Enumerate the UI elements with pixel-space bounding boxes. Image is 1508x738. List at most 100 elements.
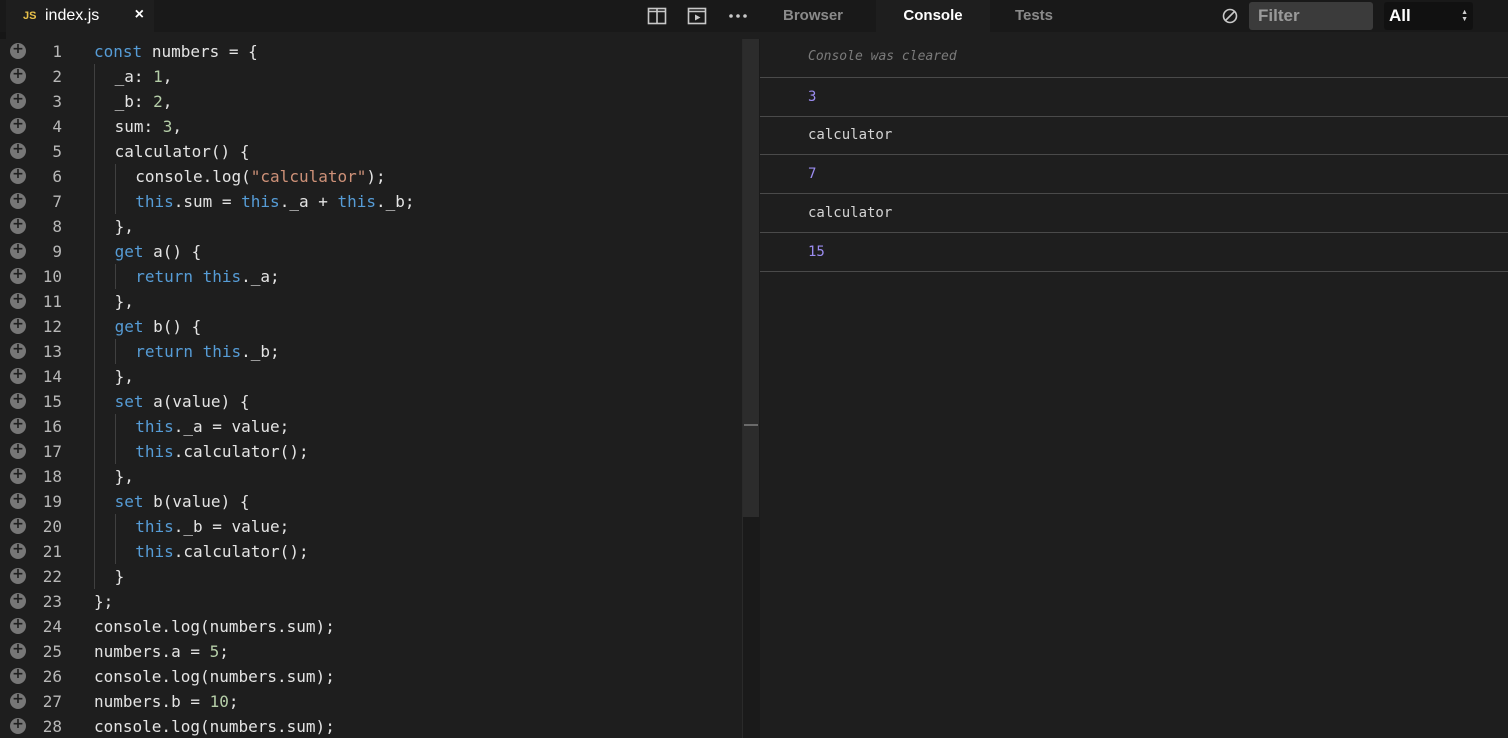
code-text: sum: 3,	[115, 114, 182, 139]
console-entry-value: 7	[808, 166, 817, 182]
code-token: .calculator();	[173, 542, 309, 561]
code-text: this._b = value;	[135, 514, 289, 539]
code-line[interactable]: 22}	[0, 564, 742, 589]
code-line[interactable]: 21 this.calculator();	[0, 539, 742, 564]
line-number: 28	[42, 717, 62, 736]
kw-token: set	[114, 492, 144, 511]
code-line[interactable]: 14},	[0, 364, 742, 389]
add-breakpoint-icon[interactable]	[10, 316, 26, 334]
add-breakpoint-icon[interactable]	[10, 616, 26, 634]
code-text: set a(value) {	[115, 389, 250, 414]
console-filter-input[interactable]	[1249, 2, 1373, 30]
add-breakpoint-icon[interactable]	[10, 516, 26, 534]
code-token: a(value) {	[143, 392, 250, 411]
indent-guide	[94, 564, 95, 589]
add-breakpoint-icon[interactable]	[10, 41, 26, 59]
split-editor-icon[interactable]	[647, 7, 667, 25]
code-token: };	[94, 592, 114, 611]
code-line[interactable]: 12 get b() {	[0, 314, 742, 339]
add-breakpoint-icon[interactable]	[10, 91, 26, 109]
file-tab-index-js[interactable]: JS index.js ×	[6, 0, 154, 32]
code-line[interactable]: 17 this.calculator();	[0, 439, 742, 464]
code-line[interactable]: 16 this._a = value;	[0, 414, 742, 439]
add-breakpoint-icon[interactable]	[10, 341, 26, 359]
indent-guide	[94, 289, 95, 314]
add-breakpoint-icon[interactable]	[10, 416, 26, 434]
add-breakpoint-icon[interactable]	[10, 566, 26, 584]
code-line[interactable]: 1 const numbers = {	[0, 39, 742, 64]
more-icon[interactable]	[728, 7, 748, 25]
tab-console[interactable]: Console	[876, 0, 990, 32]
code-line[interactable]: 25 numbers.a = 5;	[0, 639, 742, 664]
line-number: 21	[42, 542, 62, 561]
code-text: this.sum = this._a + this._b;	[135, 189, 414, 214]
add-breakpoint-icon[interactable]	[10, 591, 26, 609]
indent-guide	[94, 514, 95, 539]
add-breakpoint-icon[interactable]	[10, 491, 26, 509]
add-breakpoint-icon[interactable]	[10, 391, 26, 409]
code-line[interactable]: 7this.sum = this._a + this._b;	[0, 189, 742, 214]
add-breakpoint-icon[interactable]	[10, 366, 26, 384]
code-text: get a() {	[115, 239, 202, 264]
add-breakpoint-icon[interactable]	[10, 691, 26, 709]
add-breakpoint-icon[interactable]	[10, 166, 26, 184]
code-text: get b() {	[115, 314, 202, 339]
code-token: numbers = {	[151, 42, 258, 61]
add-breakpoint-icon[interactable]	[10, 191, 26, 209]
code-text: calculator() {	[115, 139, 250, 164]
code-line[interactable]: 3 _b: 2,	[0, 89, 742, 114]
code-line[interactable]: 5 calculator() {	[0, 139, 742, 164]
code-line[interactable]: 6 console.log("calculator");	[0, 164, 742, 189]
preview-icon[interactable]	[687, 7, 707, 25]
add-breakpoint-icon[interactable]	[10, 441, 26, 459]
add-breakpoint-icon[interactable]	[10, 66, 26, 84]
code-line[interactable]: 13 return this._b;	[0, 339, 742, 364]
code-line[interactable]: 4 sum: 3,	[0, 114, 742, 139]
tab-browser[interactable]: Browser	[760, 0, 866, 32]
line-number: 19	[42, 492, 62, 511]
add-breakpoint-icon[interactable]	[10, 291, 26, 309]
add-breakpoint-icon[interactable]	[10, 716, 26, 734]
code-token: ._a +	[279, 192, 338, 211]
add-breakpoint-icon[interactable]	[10, 216, 26, 234]
log-level-select[interactable]: All ▲ ▼	[1384, 2, 1473, 30]
code-line[interactable]: 8},	[0, 214, 742, 239]
code-line[interactable]: 18},	[0, 464, 742, 489]
code-token: ._b;	[376, 192, 415, 211]
code-token: _a:	[114, 67, 154, 86]
indent-guide	[94, 364, 95, 389]
code-text: },	[115, 364, 134, 389]
code-text: console.log(numbers.sum);	[94, 714, 335, 738]
pane-splitter[interactable]	[742, 39, 760, 738]
code-line[interactable]: 26 console.log(numbers.sum);	[0, 664, 742, 689]
line-number: 11	[42, 292, 62, 311]
editor-scrollbar[interactable]	[743, 39, 759, 517]
code-line[interactable]: 15 set a(value) {	[0, 389, 742, 414]
add-breakpoint-icon[interactable]	[10, 641, 26, 659]
code-line[interactable]: 10 return this._a;	[0, 264, 742, 289]
code-line[interactable]: 9 get a() {	[0, 239, 742, 264]
code-line[interactable]: 27 numbers.b = 10;	[0, 689, 742, 714]
indent-guide	[94, 139, 95, 164]
code-line[interactable]: 28 console.log(numbers.sum);	[0, 714, 742, 738]
add-breakpoint-icon[interactable]	[10, 466, 26, 484]
add-breakpoint-icon[interactable]	[10, 116, 26, 134]
close-tab-icon[interactable]: ×	[135, 6, 144, 24]
add-breakpoint-icon[interactable]	[10, 266, 26, 284]
code-editor[interactable]: 1const numbers = {2_a: 1,3_b: 2,4sum: 3,…	[0, 39, 742, 738]
tab-tests[interactable]: Tests	[990, 0, 1078, 32]
code-line[interactable]: 2 _a: 1,	[0, 64, 742, 89]
clear-console-icon[interactable]	[1221, 7, 1239, 25]
code-text: },	[115, 464, 134, 489]
line-number: 23	[42, 592, 62, 611]
code-line[interactable]: 23};	[0, 589, 742, 614]
add-breakpoint-icon[interactable]	[10, 541, 26, 559]
code-line[interactable]: 24 console.log(numbers.sum);	[0, 614, 742, 639]
code-line[interactable]: 11},	[0, 289, 742, 314]
add-breakpoint-icon[interactable]	[10, 241, 26, 259]
add-breakpoint-icon[interactable]	[10, 666, 26, 684]
code-line[interactable]: 19 set b(value) {	[0, 489, 742, 514]
add-breakpoint-icon[interactable]	[10, 141, 26, 159]
code-line[interactable]: 20 this._b = value;	[0, 514, 742, 539]
num-token: 1	[153, 67, 163, 86]
